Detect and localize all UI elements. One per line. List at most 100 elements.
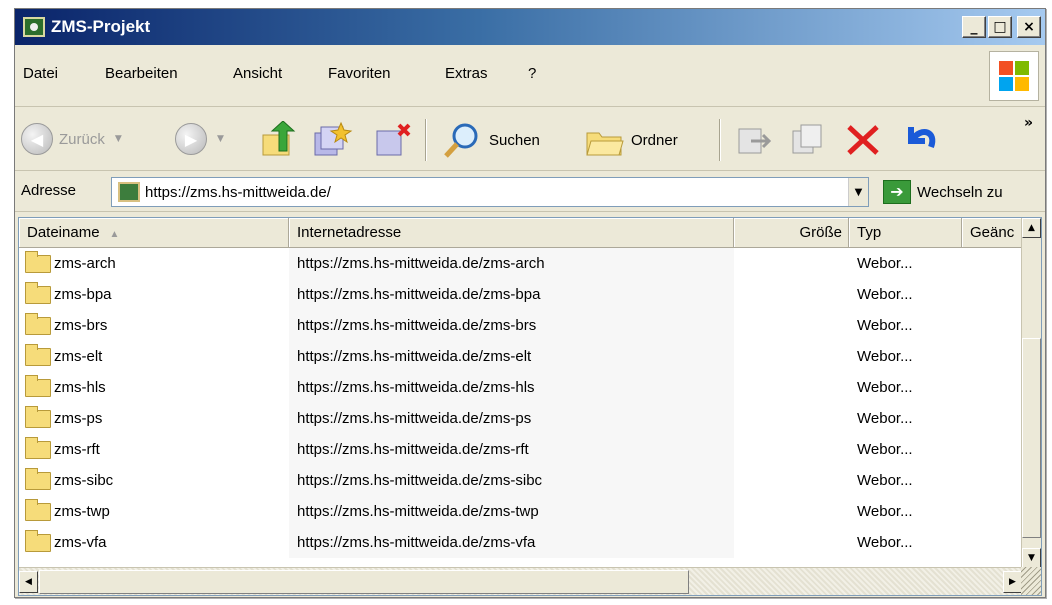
folder-icon (25, 498, 51, 521)
folder-icon (25, 312, 51, 335)
copy-button[interactable] (789, 121, 829, 159)
row-url: https://zms.hs-mittweida.de/zms-sibc (289, 465, 734, 496)
column-headers: Dateiname ▲ Internetadresse Größe Typ Geä… (19, 218, 1023, 248)
row-type: Webor... (857, 441, 913, 458)
explorer-window: ZMS-Projekt _ □ × Datei Bearbeiten Ansic… (14, 8, 1046, 598)
row-type: Webor... (857, 472, 913, 489)
web-folder-icon (118, 182, 140, 202)
search-button[interactable]: Suchen (443, 121, 540, 159)
column-header-name[interactable]: Dateiname ▲ (19, 218, 289, 248)
table-row[interactable]: zms-ps https://zms.hs-mittweida.de/zms-p… (19, 403, 1023, 434)
folders-button[interactable]: Ordner (585, 121, 678, 159)
menu-datei[interactable]: Datei (23, 65, 58, 82)
address-dropdown-icon[interactable]: ▼ (848, 178, 868, 206)
table-row[interactable]: zms-sibc https://zms.hs-mittweida.de/zms… (19, 465, 1023, 496)
row-name: zms-arch (54, 255, 116, 272)
menu-bar: Datei Bearbeiten Ansicht Favoriten Extra… (15, 47, 1045, 107)
delete-button[interactable] (373, 121, 413, 159)
row-name: zms-bpa (54, 286, 112, 303)
menu-extras[interactable]: Extras (445, 65, 488, 82)
row-url: https://zms.hs-mittweida.de/zms-ps (289, 403, 734, 434)
go-label: Wechseln zu (917, 183, 1003, 201)
folder-icon (25, 343, 51, 366)
folder-icon (25, 374, 51, 397)
column-header-name-label: Dateiname (27, 224, 100, 241)
go-button[interactable]: ➔ Wechseln zu (883, 180, 1003, 204)
maximize-button[interactable]: □ (988, 16, 1012, 38)
vertical-scroll-thumb[interactable] (1022, 338, 1041, 538)
column-header-url[interactable]: Internetadresse (289, 218, 734, 248)
table-row[interactable]: zms-arch https://zms.hs-mittweida.de/zms… (19, 248, 1023, 279)
table-row[interactable]: zms-bpa https://zms.hs-mittweida.de/zms-… (19, 279, 1023, 310)
table-row[interactable]: zms-hls https://zms.hs-mittweida.de/zms-… (19, 372, 1023, 403)
row-url: https://zms.hs-mittweida.de/zms-brs (289, 310, 734, 341)
row-type: Webor... (857, 286, 913, 303)
table-row[interactable]: zms-vfa https://zms.hs-mittweida.de/zms-… (19, 527, 1023, 558)
windows-logo-icon (989, 51, 1039, 101)
folder-icon (25, 281, 51, 304)
toolbar-more-icon[interactable]: » (1024, 115, 1033, 131)
file-rows: zms-arch https://zms.hs-mittweida.de/zms… (19, 248, 1023, 558)
menu-favoriten[interactable]: Favoriten (328, 65, 391, 82)
table-row[interactable]: zms-brs https://zms.hs-mittweida.de/zms-… (19, 310, 1023, 341)
row-name: zms-vfa (54, 534, 107, 551)
web-folder-icon (23, 17, 45, 37)
vertical-scrollbar[interactable]: ▲ ▼ (1021, 218, 1041, 568)
title-bar: ZMS-Projekt _ □ × (15, 9, 1045, 45)
column-header-type[interactable]: Typ (849, 218, 962, 248)
address-value[interactable]: https://zms.hs-mittweida.de/ (145, 184, 331, 201)
stop-button[interactable] (845, 123, 881, 157)
folder-up-icon (262, 121, 296, 156)
back-label: Zurück (59, 130, 105, 148)
scroll-left-icon[interactable]: ◀ (19, 571, 38, 593)
toolbar-separator (425, 119, 427, 161)
scroll-down-icon[interactable]: ▼ (1022, 548, 1041, 568)
menu-ansicht[interactable]: Ansicht (233, 65, 282, 82)
back-arrow-icon: ◀ (21, 123, 53, 155)
row-name: zms-hls (54, 379, 106, 396)
row-url: https://zms.hs-mittweida.de/zms-elt (289, 341, 734, 372)
undo-icon (908, 127, 936, 149)
row-name: zms-rft (54, 441, 100, 458)
row-url: https://zms.hs-mittweida.de/zms-arch (289, 248, 734, 279)
horizontal-scrollbar[interactable]: ◀ ▶ (19, 567, 1023, 595)
file-list: Dateiname ▲ Internetadresse Größe Typ Geä… (18, 217, 1042, 596)
scroll-right-icon[interactable]: ▶ (1003, 571, 1022, 593)
scroll-up-icon[interactable]: ▲ (1022, 218, 1041, 238)
row-name: zms-elt (54, 348, 103, 365)
back-dropdown-icon: ▼ (114, 134, 122, 144)
address-field[interactable]: https://zms.hs-mittweida.de/ ▼ (111, 177, 869, 207)
row-type: Webor... (857, 317, 913, 334)
move-to-button[interactable] (735, 121, 775, 159)
row-url: https://zms.hs-mittweida.de/zms-twp (289, 496, 734, 527)
horizontal-scroll-thumb[interactable] (39, 570, 689, 594)
copy-to-button[interactable] (313, 121, 353, 159)
up-button[interactable] (261, 121, 297, 159)
move-to-icon (738, 128, 772, 154)
menu-bearbeiten[interactable]: Bearbeiten (105, 65, 178, 82)
row-url: https://zms.hs-mittweida.de/zms-hls (289, 372, 734, 403)
column-header-modified[interactable]: Geänc (962, 218, 1023, 248)
folders-icon (586, 132, 624, 156)
copy-to-icon (314, 121, 353, 156)
row-url: https://zms.hs-mittweida.de/zms-bpa (289, 279, 734, 310)
go-arrow-icon: ➔ (883, 180, 911, 204)
address-bar: Adresse https://zms.hs-mittweida.de/ ▼ ➔… (15, 172, 1045, 212)
folder-icon (25, 529, 51, 552)
forward-button[interactable]: ▶ ▼ (175, 123, 224, 155)
row-name: zms-ps (54, 410, 103, 427)
row-url: https://zms.hs-mittweida.de/zms-rft (289, 434, 734, 465)
row-type: Webor... (857, 255, 913, 272)
close-button[interactable]: × (1017, 16, 1041, 38)
column-header-size[interactable]: Größe (734, 218, 849, 248)
table-row[interactable]: zms-twp https://zms.hs-mittweida.de/zms-… (19, 496, 1023, 527)
menu-help[interactable]: ? (528, 65, 536, 82)
table-row[interactable]: zms-rft https://zms.hs-mittweida.de/zms-… (19, 434, 1023, 465)
resize-grip[interactable] (1021, 567, 1041, 595)
undo-button[interactable] (901, 121, 941, 159)
row-type: Webor... (857, 534, 913, 551)
row-name: zms-twp (54, 503, 110, 520)
minimize-button[interactable]: _ (962, 16, 986, 38)
table-row[interactable]: zms-elt https://zms.hs-mittweida.de/zms-… (19, 341, 1023, 372)
back-button[interactable]: ◀ Zurück ▼ (21, 123, 122, 155)
